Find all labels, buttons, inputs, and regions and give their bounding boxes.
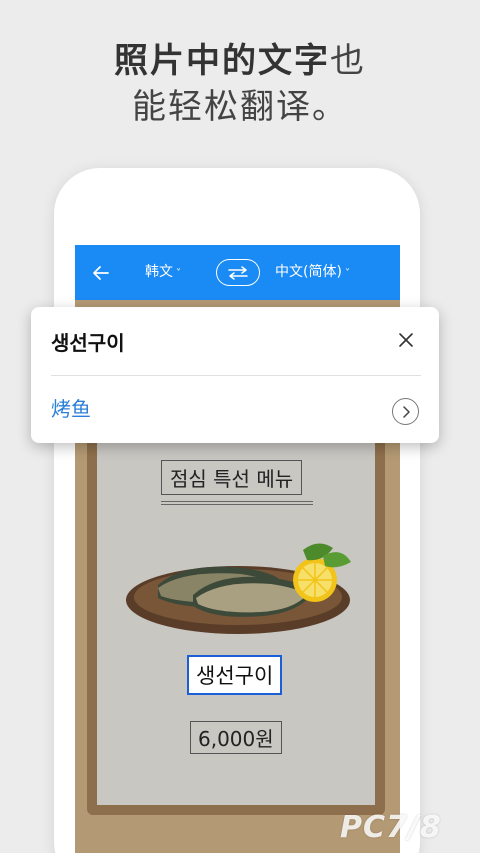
source-language-select[interactable]: 韩文 ˅ bbox=[145, 245, 181, 300]
target-language-select[interactable]: 中文(简体) ˅ bbox=[275, 245, 350, 300]
chevron-down-icon: ˅ bbox=[176, 268, 181, 279]
headline-bold: 照片中的文字 bbox=[114, 41, 330, 81]
detected-dish-name[interactable]: 생선구이 bbox=[187, 655, 283, 695]
translation-result[interactable]: 烤鱼 bbox=[51, 393, 91, 422]
chevron-down-icon: ˅ bbox=[344, 268, 350, 279]
swap-arrows-icon bbox=[228, 265, 248, 280]
headline-light: 也 bbox=[330, 41, 366, 81]
close-icon bbox=[399, 333, 413, 347]
menu-board-title[interactable]: 점심 특선 메뉴 bbox=[161, 460, 303, 495]
back-button[interactable] bbox=[85, 257, 117, 289]
menu-price[interactable]: 6,000원 bbox=[190, 721, 282, 754]
swap-languages-button[interactable] bbox=[216, 259, 260, 286]
watermark-logo: PC7/8 bbox=[340, 810, 442, 845]
arrow-left-icon bbox=[93, 266, 109, 280]
more-details-button[interactable] bbox=[392, 398, 419, 425]
close-button[interactable] bbox=[393, 327, 419, 353]
source-language-label: 韩文 bbox=[145, 264, 173, 280]
app-bar: 韩文 ˅ 中文(简体) ˅ bbox=[75, 245, 400, 300]
translation-card: 생선구이 烤鱼 bbox=[31, 307, 439, 443]
menu-board-underline bbox=[161, 501, 313, 505]
source-text: 생선구이 bbox=[51, 331, 125, 355]
headline: 照片中的文字也 能轻松翻译。 bbox=[0, 38, 480, 130]
headline-line2: 能轻松翻译。 bbox=[132, 87, 348, 127]
chevron-right-icon bbox=[402, 405, 410, 418]
target-language-label: 中文(简体) bbox=[275, 264, 342, 280]
grilled-fish-image bbox=[126, 543, 351, 634]
card-divider bbox=[51, 375, 421, 376]
